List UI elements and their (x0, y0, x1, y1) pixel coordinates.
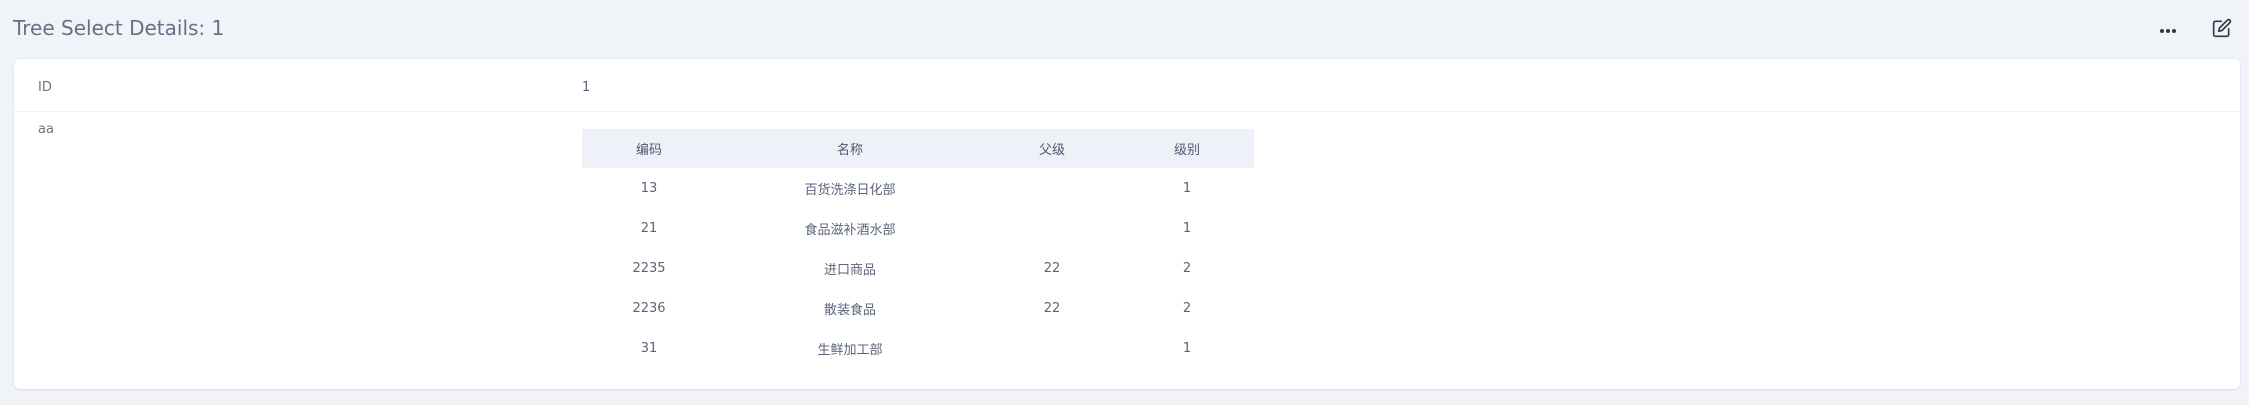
cell-parent (984, 328, 1120, 368)
column-header-parent: 父级 (1038, 143, 1065, 158)
table-row: 2236 散装食品 22 2 (582, 288, 1254, 328)
field-value-id: 1 (582, 80, 591, 95)
cell-name: 百货洗涤日化部 (804, 182, 896, 198)
cell-level: 1 (1182, 340, 1192, 356)
field-row-id: ID 1 (14, 59, 2240, 112)
cell-parent (984, 208, 1120, 248)
cell-name: 生鲜加工部 (817, 342, 883, 358)
field-label-aa: aa (38, 122, 54, 137)
table-header-row: 编码 名称 父级 级别 (582, 129, 1254, 168)
cell-name: 进口商品 (823, 262, 876, 278)
cell-parent (984, 168, 1120, 208)
field-label-id: ID (38, 80, 52, 95)
cell-level: 2 (1182, 300, 1192, 316)
cell-name: 食品滋补酒水部 (804, 222, 896, 238)
cell-code: 2235 (632, 260, 666, 276)
more-horizontal-icon (2159, 22, 2177, 37)
table-row: 31 生鲜加工部 1 (582, 328, 1254, 368)
page-title: Tree Select Details: 1 (13, 16, 225, 40)
cell-level: 1 (1182, 180, 1192, 196)
page-header: Tree Select Details: 1 (0, 0, 2249, 58)
column-header-level: 级别 (1173, 143, 1200, 158)
table-row: 13 百货洗涤日化部 1 (582, 168, 1254, 208)
column-header-code: 编码 (635, 143, 662, 158)
cell-code: 2236 (632, 300, 666, 316)
table-row: 2235 进口商品 22 2 (582, 248, 1254, 288)
cell-level: 2 (1182, 260, 1192, 276)
more-actions-button[interactable] (2153, 14, 2183, 44)
cell-parent: 22 (1043, 300, 1061, 316)
details-card: ID 1 aa 编码 名称 父级 级别 13 百货洗涤日化部 1 21 食品滋补… (14, 59, 2240, 389)
cell-parent: 22 (1043, 260, 1061, 276)
cell-code: 13 (640, 180, 658, 196)
edit-icon (2212, 18, 2232, 41)
cell-level: 1 (1182, 220, 1192, 236)
tree-select-table: 编码 名称 父级 级别 13 百货洗涤日化部 1 21 食品滋补酒水部 1 22… (582, 129, 1254, 368)
column-header-name: 名称 (836, 143, 863, 158)
table-row: 21 食品滋补酒水部 1 (582, 208, 1254, 248)
cell-code: 21 (640, 220, 658, 236)
cell-name: 散装食品 (823, 302, 876, 318)
edit-button[interactable] (2207, 14, 2237, 44)
cell-code: 31 (640, 340, 658, 356)
